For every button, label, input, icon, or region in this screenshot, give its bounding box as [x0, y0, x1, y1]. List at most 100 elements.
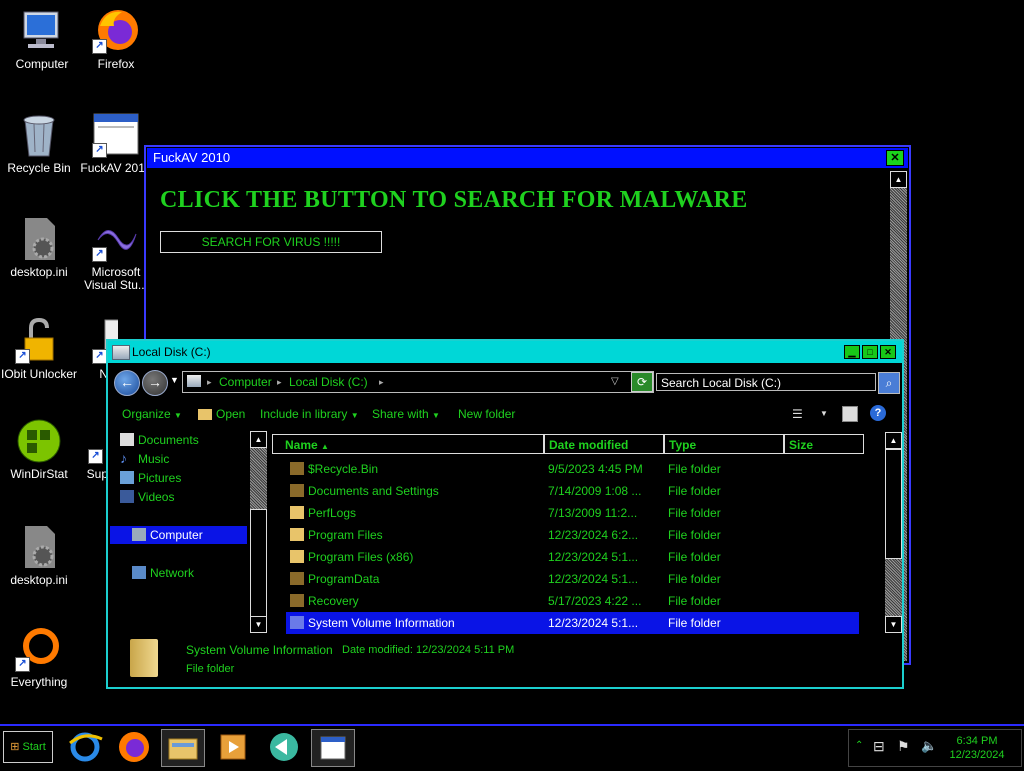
desktop-icon-sup[interactable]: ↗ Sup: [74, 418, 108, 481]
breadcrumb-local-disk[interactable]: Local Disk (C:): [289, 372, 368, 392]
nav-label: Computer: [150, 528, 203, 542]
maximize-button[interactable]: □: [862, 345, 878, 359]
desktop-icon-everything[interactable]: ↗ Everything: [0, 626, 81, 689]
search-icon[interactable]: ⌕: [878, 372, 900, 394]
fuckav-titlebar[interactable]: FuckAV 2010 ✕: [146, 147, 909, 169]
row-name: ProgramData: [308, 572, 380, 586]
icon-label: IObit Unlocker: [0, 367, 78, 381]
internet-explorer-icon: [69, 732, 103, 762]
nav-item-computer[interactable]: Computer: [110, 526, 247, 544]
clock[interactable]: 6:34 PM 12/23/2024: [941, 734, 1013, 762]
include-in-library-menu[interactable]: Include in library ▼: [260, 401, 359, 429]
close-icon: ✕: [890, 152, 900, 164]
column-size[interactable]: Size: [784, 434, 864, 454]
forward-button[interactable]: →: [142, 370, 168, 396]
media-player-icon: [220, 734, 246, 760]
refresh-icon[interactable]: ⟳: [631, 372, 653, 392]
minimize-button[interactable]: ▁: [844, 345, 860, 359]
start-button[interactable]: ⊞ Start: [3, 731, 53, 763]
details-type: File folder: [186, 663, 235, 675]
new-folder-button[interactable]: New folder: [458, 401, 515, 427]
scroll-up-arrow-icon[interactable]: ▲: [250, 431, 267, 448]
share-with-menu[interactable]: Share with ▼: [372, 401, 440, 429]
chevron-down-icon[interactable]: ▼: [820, 401, 828, 427]
close-button[interactable]: ✕: [880, 345, 896, 359]
column-date-modified[interactable]: Date modified: [544, 434, 664, 454]
network-icon[interactable]: ⊟: [873, 738, 885, 755]
close-button[interactable]: ✕: [886, 150, 904, 166]
scroll-down-arrow-icon[interactable]: ▼: [250, 616, 267, 633]
desktop-icon-iobit-unlocker[interactable]: ↗ IObit Unlocker: [0, 317, 81, 381]
nav-item-videos[interactable]: Videos: [120, 488, 175, 506]
window-title: FuckAV 2010: [153, 150, 231, 165]
scroll-up-arrow-icon[interactable]: ▲: [890, 171, 907, 188]
explorer-titlebar[interactable]: Local Disk (C:) ▁ □ ✕: [108, 341, 902, 363]
desktop-icon-windirstat[interactable]: WinDirStat: [0, 418, 81, 481]
nav-pane-scrollbar[interactable]: ▲ ▼: [250, 431, 267, 633]
icon-label: desktop.ini: [10, 265, 68, 279]
row-type: File folder: [668, 506, 721, 520]
desktop-icon-desktop-ini-2[interactable]: desktop.ini: [0, 524, 81, 587]
taskbar: ⊞ Start ⌃ ⊟ ⚑ 🔈 6:34 PM 12/23/2024: [0, 724, 1024, 768]
column-name[interactable]: Name ▲: [272, 434, 544, 454]
table-row[interactable]: PerfLogs 7/13/2009 11:2... File folder: [286, 502, 859, 524]
address-bar[interactable]: ▸ Computer ▸ Local Disk (C:) ▸ ▽ ⟳: [182, 371, 654, 393]
search-virus-button[interactable]: SEARCH FOR VIRUS !!!!!: [160, 231, 382, 253]
preview-pane-icon[interactable]: [842, 406, 858, 422]
videos-icon: [120, 490, 134, 503]
search-input[interactable]: Search Local Disk (C:): [656, 373, 876, 391]
taskbar-explorer[interactable]: [161, 729, 205, 767]
scrollbar-thumb[interactable]: [885, 449, 902, 559]
taskbar-app[interactable]: [263, 729, 305, 765]
row-date: 7/14/2009 1:08 ...: [548, 484, 642, 498]
table-row[interactable]: ProgramData 12/23/2024 5:1... File folder: [286, 568, 859, 590]
table-row-selected[interactable]: System Volume Information 12/23/2024 5:1.…: [286, 612, 859, 634]
back-button[interactable]: ←: [114, 370, 140, 396]
help-icon[interactable]: ?: [870, 405, 886, 421]
desktop-icon-firefox[interactable]: ↗ Firefox: [74, 8, 158, 71]
scroll-down-arrow-icon[interactable]: ▼: [885, 616, 902, 633]
nav-item-music[interactable]: ♪ Music: [120, 450, 169, 468]
scroll-up-arrow-icon[interactable]: ▲: [885, 432, 902, 449]
app-window-icon: [320, 736, 346, 760]
app-icon: [270, 733, 298, 761]
column-type[interactable]: Type: [664, 434, 784, 454]
nav-item-network[interactable]: Network: [132, 564, 194, 582]
flag-icon[interactable]: ⚑: [897, 738, 910, 755]
table-row[interactable]: Recovery 5/17/2023 4:22 ... File folder: [286, 590, 859, 612]
taskbar-internet-explorer[interactable]: [64, 729, 106, 765]
open-button[interactable]: Open: [198, 401, 245, 427]
table-row[interactable]: Program Files 12/23/2024 6:2... File folde…: [286, 524, 859, 546]
desktop-icon-recycle-bin[interactable]: Recycle Bin: [0, 112, 81, 175]
folder-icon: [198, 409, 212, 421]
recent-pages-chevron-icon[interactable]: ▼: [170, 375, 179, 385]
address-dropdown-icon[interactable]: ▽: [611, 372, 619, 392]
app-window-icon: ↗: [92, 112, 140, 158]
show-hidden-icons-icon[interactable]: ⌃: [855, 740, 863, 751]
scrollbar-thumb[interactable]: [250, 509, 267, 619]
desktop-icon-desktop-ini-1[interactable]: desktop.ini: [0, 216, 81, 279]
file-list-scrollbar[interactable]: ▲ ▼: [885, 432, 902, 633]
taskbar-media-player[interactable]: [212, 729, 254, 765]
chevron-down-icon: ▼: [432, 411, 440, 420]
shortcut-arrow-icon: ↗: [15, 349, 30, 364]
table-row[interactable]: Program Files (x86) 12/23/2024 5:1... File…: [286, 546, 859, 568]
taskbar-firefox[interactable]: [113, 729, 155, 765]
taskbar-fuckav[interactable]: [311, 729, 355, 767]
table-row[interactable]: $Recycle.Bin 9/5/2023 4:45 PM File folder: [286, 458, 859, 480]
icon-label: desktop.ini: [10, 573, 68, 587]
breadcrumb-computer[interactable]: Computer: [219, 372, 272, 392]
nav-item-documents[interactable]: Documents: [120, 431, 199, 449]
firefox-icon: ↗: [92, 8, 140, 54]
system-tray: ⌃ ⊟ ⚑ 🔈 6:34 PM 12/23/2024: [848, 729, 1022, 767]
nav-label: Videos: [138, 490, 175, 504]
nav-item-pictures[interactable]: Pictures: [120, 469, 181, 487]
volume-muted-icon[interactable]: 🔈: [921, 738, 937, 754]
icon-label: Everything: [10, 675, 68, 689]
table-row[interactable]: Documents and Settings 7/14/2009 1:08 ...…: [286, 480, 859, 502]
view-list-icon[interactable]: ☰: [792, 401, 803, 427]
desktop-icon-computer[interactable]: Computer: [0, 8, 84, 71]
folder-icon: [290, 550, 304, 563]
row-date: 12/23/2024 6:2...: [548, 528, 639, 542]
organize-menu[interactable]: Organize ▼: [122, 401, 182, 429]
